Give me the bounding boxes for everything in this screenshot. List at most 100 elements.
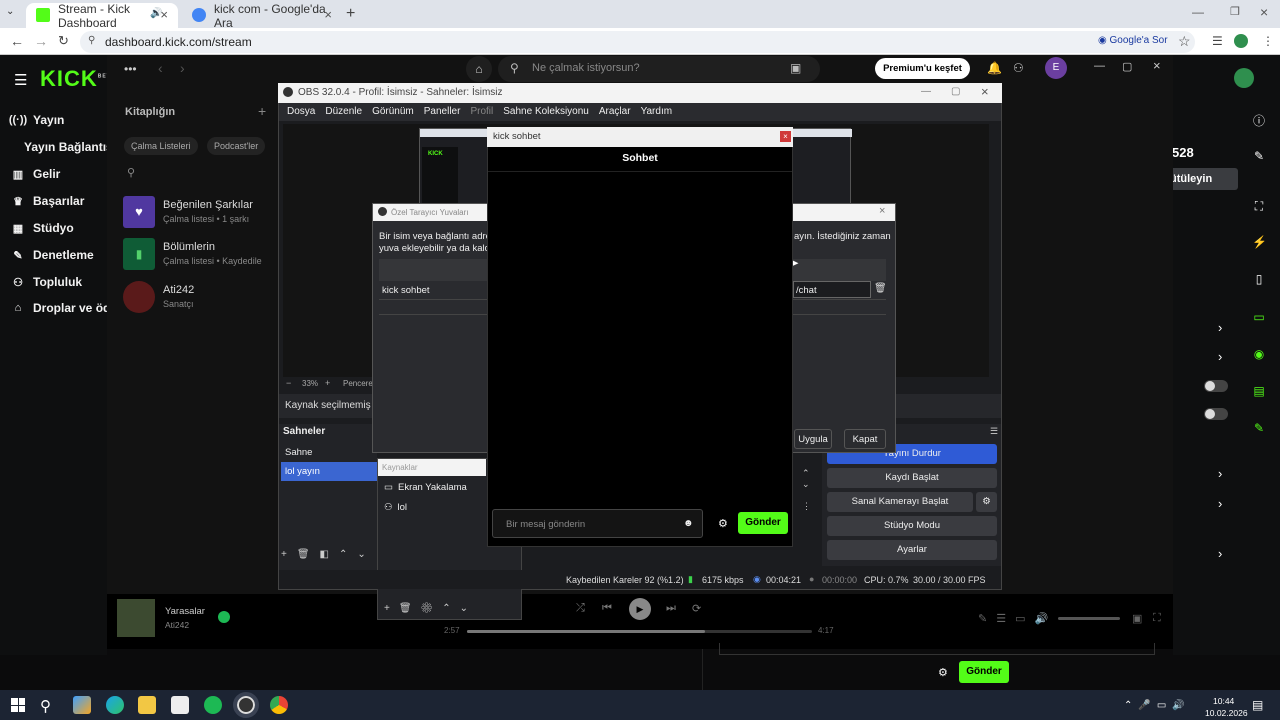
filter-playlists[interactable]: Çalma Listeleri (124, 137, 198, 155)
reload-icon[interactable]: ↻ (58, 33, 69, 49)
new-tab-button[interactable]: + (346, 5, 355, 23)
chevron-right-icon[interactable]: › (1218, 496, 1222, 511)
site-info-icon[interactable]: ⚲ (88, 35, 95, 46)
kick-chat-send-button[interactable]: Gönder (959, 661, 1009, 683)
delete-dock-icon[interactable]: 🗑 (874, 283, 887, 294)
dock-name-cell[interactable]: kick sohbet (382, 285, 430, 296)
scene-item[interactable]: Sahne (281, 443, 377, 461)
nav-item-studyo[interactable]: ▦ Stüdyo (12, 221, 74, 235)
friends-icon[interactable]: ⚇ (1013, 61, 1024, 75)
spotify-back-icon[interactable]: ‹ (158, 60, 163, 76)
play-button[interactable]: ▶ (629, 598, 651, 620)
nav-item-denetleme[interactable]: ✎ Denetleme (12, 248, 93, 262)
menu-profil[interactable]: Profil (466, 103, 499, 121)
chat-window-close-icon[interactable]: × (780, 131, 791, 142)
tab-kick-dashboard[interactable]: Stream - Kick Dashboard 🔊 × (26, 2, 178, 30)
chat-icon[interactable]: ▭ (1252, 310, 1266, 324)
forward-icon[interactable]: → (34, 33, 48, 49)
broadcast-icon[interactable]: ◉ (1252, 347, 1266, 361)
store-icon[interactable] (171, 696, 189, 714)
dock-url-field[interactable]: /chat (793, 281, 871, 298)
chrome-taskbar-icon[interactable] (270, 696, 288, 714)
menu-paneller[interactable]: Paneller (420, 103, 467, 121)
restore-window-icon[interactable]: ❐ (1230, 5, 1240, 18)
menu-sahne-koleksiyonu[interactable]: Sahne Koleksiyonu (499, 103, 595, 121)
profile-avatar-icon[interactable] (1234, 34, 1248, 48)
spotify-taskbar-icon[interactable] (204, 696, 222, 714)
remove-source-icon[interactable]: 🗑 (399, 603, 421, 614)
virtual-camera-settings-icon[interactable]: ⚙ (976, 492, 997, 512)
studio-mode-button[interactable]: Stüdyo Modu (827, 516, 997, 536)
seek-bar[interactable] (467, 630, 812, 633)
back-icon[interactable]: ← (10, 33, 24, 49)
chevron-right-icon[interactable]: › (1218, 349, 1222, 364)
library-item[interactable]: Ati242 Sanatçı (123, 281, 283, 315)
zoom-out-icon[interactable]: − (286, 378, 291, 388)
shuffle-icon[interactable]: ⤮ (576, 602, 585, 615)
spotify-home-button[interactable]: ⌂ (466, 56, 492, 82)
nav-item-topluluk[interactable]: ⚇ Topluluk (12, 275, 82, 289)
fullscreen-icon[interactable]: ⛶ (1153, 612, 1161, 625)
nav-item-yayin[interactable]: ((·)) Yayın (9, 113, 65, 127)
remove-scene-icon[interactable]: 🗑 (297, 549, 320, 560)
chevron-right-icon[interactable]: › (1218, 466, 1222, 481)
close-window-icon[interactable]: × (1260, 4, 1268, 20)
clock-time[interactable]: 10:44 (1213, 696, 1234, 706)
bookmark-star-icon[interactable]: ☆ (1178, 33, 1191, 50)
spotify-search-input[interactable]: ⚲ Ne çalmak istiyorsun? ▣ (498, 56, 820, 82)
obs-taskbar-icon[interactable] (233, 692, 259, 718)
nav-item-yayin-baglantisi[interactable]: Yayın Bağlantısı (24, 140, 116, 154)
system-tray-icons[interactable]: ⌃🎤▭🔊 (1124, 700, 1191, 711)
premium-button[interactable]: Premium'u keşfet (875, 58, 970, 79)
hamburger-menu-icon[interactable]: ☰ (14, 71, 27, 89)
lightning-icon[interactable]: ⚡ (1252, 235, 1267, 249)
spotify-menu-icon[interactable]: ••• (124, 62, 137, 76)
toggle-switch[interactable] (1204, 408, 1228, 420)
filter-icon[interactable]: ◧ (320, 549, 339, 560)
menu-araclar[interactable]: Araçlar (595, 103, 637, 121)
copilot-icon[interactable] (73, 696, 91, 714)
start-icon[interactable] (11, 698, 25, 712)
browser-menu-icon[interactable]: ⋮ (1262, 34, 1274, 48)
audio-mixer-arrows[interactable]: ⌃ ⌄ ⋮ (802, 468, 811, 512)
close-tab-icon[interactable]: × (160, 7, 168, 22)
chat-message-input[interactable]: Bir mesaj gönderin ☻ (492, 509, 703, 538)
library-item[interactable]: ♥ Beğenilen Şarkılar Çalma listesi • 1 ş… (123, 196, 283, 230)
menu-yardim[interactable]: Yardım (637, 103, 679, 121)
volume-slider[interactable] (1058, 617, 1120, 620)
library-add-icon[interactable]: + (258, 103, 266, 119)
chevron-right-icon[interactable]: › (1218, 320, 1222, 335)
edge-icon[interactable] (106, 696, 124, 714)
menu-dosya[interactable]: Dosya (283, 103, 321, 121)
chat-settings-icon[interactable]: ⚙ (718, 517, 728, 530)
library-item[interactable]: ▮ Bölümlerin Çalma listesi • Kaydedile (123, 238, 283, 272)
layout-icon[interactable]: ▤ (1252, 384, 1266, 398)
dialog-close-icon[interactable]: × (879, 205, 885, 217)
search-icon[interactable]: ⚲ (40, 697, 51, 715)
saved-check-icon[interactable] (218, 611, 230, 623)
add-source-icon[interactable]: + (384, 603, 399, 614)
close-button[interactable]: Kapat (844, 429, 886, 449)
chat-send-button[interactable]: Gönder (738, 512, 788, 534)
browse-icon[interactable]: ▣ (790, 61, 801, 75)
nav-item-basarilar[interactable]: ♛ Başarılar (12, 194, 84, 208)
now-playing-title[interactable]: Yarasalar (165, 606, 205, 617)
spotify-forward-icon[interactable]: › (180, 60, 185, 76)
toggle-switch[interactable] (1204, 380, 1228, 392)
extensions-icon[interactable]: ☰ (1212, 34, 1223, 48)
move-up-icon[interactable]: ⌃ (442, 603, 459, 614)
miniplayer-icon[interactable]: ▣ (1132, 612, 1142, 625)
expand-icon[interactable]: ⛶ (1252, 199, 1266, 213)
obs-close-icon[interactable]: × (981, 84, 989, 99)
file-explorer-icon[interactable] (138, 696, 156, 714)
minimize-window-icon[interactable]: — (1192, 5, 1204, 19)
next-icon[interactable]: ⏭ (666, 602, 676, 615)
address-bar[interactable]: ⚲ dashboard.kick.com/stream ◉ Google'a S… (80, 31, 1195, 53)
settings-button[interactable]: Ayarlar (827, 540, 997, 560)
source-item[interactable]: ⚇ lol (384, 502, 407, 513)
move-up-icon[interactable]: ⌃ (339, 549, 357, 560)
player-extra-icons[interactable]: ✎☰▭🔊 (978, 612, 1057, 625)
kick-chat-input[interactable] (719, 643, 1155, 655)
spotify-minimize-icon[interactable]: — (1094, 60, 1105, 72)
mobile-icon[interactable]: ▯ (1252, 272, 1266, 286)
